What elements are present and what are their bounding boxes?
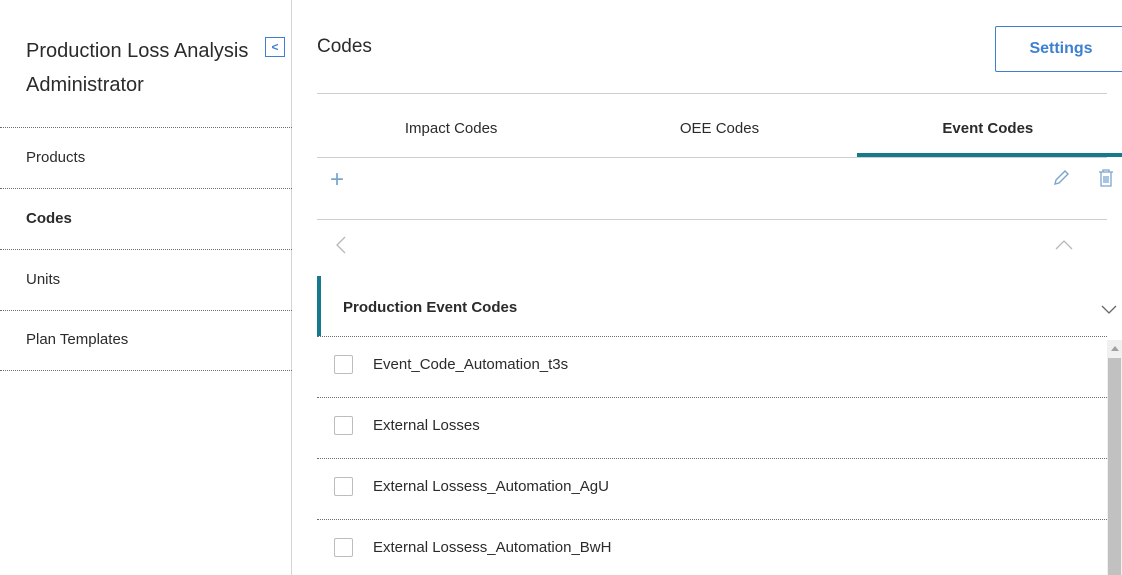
divider — [0, 249, 292, 250]
row-checkbox[interactable] — [334, 355, 353, 374]
divider — [0, 310, 292, 311]
tab-impact-codes[interactable]: Impact Codes — [317, 117, 585, 157]
app-title: Production Loss Analysis Administrator — [26, 34, 266, 102]
app-title-line1: Production Loss Analysis — [26, 40, 249, 62]
add-icon[interactable]: + — [330, 168, 344, 192]
sidebar-item-products[interactable]: Products — [26, 149, 85, 166]
scrollbar-thumb[interactable] — [1108, 358, 1121, 575]
row-checkbox[interactable] — [334, 477, 353, 496]
back-chevron-icon[interactable] — [335, 235, 347, 260]
row-checkbox[interactable] — [334, 416, 353, 435]
divider — [317, 219, 1107, 220]
divider — [0, 188, 292, 189]
settings-button[interactable]: Settings — [995, 26, 1122, 72]
list-item[interactable]: External Lossess_Automation_BwH — [317, 519, 1107, 575]
chevron-left-icon: < — [271, 40, 279, 54]
group-header[interactable]: Production Event Codes — [317, 276, 1122, 336]
list-item[interactable]: External Losses — [317, 397, 1107, 457]
page-title: Codes — [317, 36, 372, 57]
sidebar-item-plan-templates[interactable]: Plan Templates — [26, 331, 128, 348]
sidebar: Production Loss Analysis Administrator <… — [0, 0, 292, 575]
scroll-up-arrow-icon[interactable] — [1107, 340, 1122, 356]
collapse-chevron-up-icon[interactable] — [1054, 238, 1074, 256]
main-content: Codes Settings Impact Codes OEE Codes Ev… — [317, 0, 1122, 575]
divider — [317, 157, 1107, 158]
list-item[interactable]: Event_Code_Automation_t3s — [317, 336, 1107, 396]
divider — [0, 127, 292, 128]
divider — [317, 93, 1107, 94]
divider — [0, 370, 292, 371]
trash-icon[interactable] — [1097, 168, 1115, 193]
sidebar-item-codes[interactable]: Codes — [26, 210, 72, 227]
collapse-sidebar-button[interactable]: < — [265, 37, 285, 57]
sidebar-item-units[interactable]: Units — [26, 271, 60, 288]
row-label: External Losses — [373, 417, 480, 434]
chevron-down-icon[interactable] — [1101, 302, 1117, 320]
tab-event-codes[interactable]: Event Codes — [854, 117, 1122, 157]
scrollbar[interactable] — [1107, 340, 1122, 575]
row-label: External Lossess_Automation_AgU — [373, 478, 609, 495]
row-label: External Lossess_Automation_BwH — [373, 539, 612, 556]
group-title: Production Event Codes — [343, 299, 518, 316]
row-label: Event_Code_Automation_t3s — [373, 356, 569, 373]
tab-bar: Impact Codes OEE Codes Event Codes — [317, 117, 1122, 157]
pencil-icon[interactable] — [1051, 168, 1071, 193]
row-checkbox[interactable] — [334, 538, 353, 557]
list-item[interactable]: External Lossess_Automation_AgU — [317, 458, 1107, 518]
tab-oee-codes[interactable]: OEE Codes — [585, 117, 853, 157]
app-title-line2: Administrator — [26, 74, 144, 96]
